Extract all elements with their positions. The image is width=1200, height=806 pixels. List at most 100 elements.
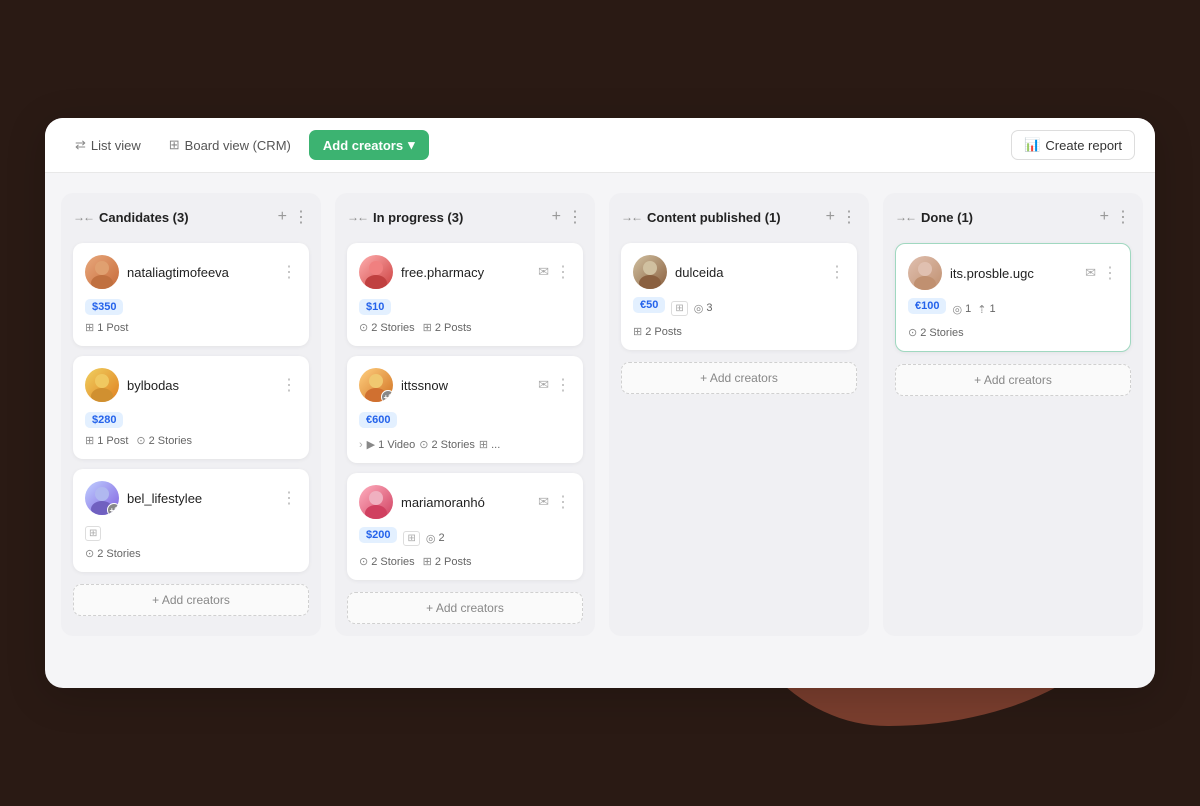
board-icon: ⊞ (169, 137, 180, 153)
col-arrows-icon: →← (73, 210, 93, 224)
meta-stories-label: 2 Stories (149, 435, 192, 447)
add-creators-in-progress[interactable]: + Add creators (347, 592, 583, 624)
card-bylbodas: bylbodas ⋮ $280 ⊞ 1 Post ⊙ 2 Stories (73, 356, 309, 459)
stories-icon: ⊙ (136, 434, 145, 447)
add-creators-done[interactable]: + Add creators (895, 364, 1131, 396)
video-icon: ▶ (367, 438, 375, 451)
card-nataliagtimofeeva: nataliagtimofeeva ⋮ $350 ⊞ 1 Post (73, 243, 309, 346)
eye-icon: ◎ (952, 303, 962, 316)
username: ittssnow (401, 378, 448, 393)
card-ittssnow: +1 ittssnow ✉ ⋮ €600 › ▶ 1 Video (347, 356, 583, 463)
card-menu-icon[interactable]: ⋮ (555, 375, 571, 395)
card-user: +1 ittssnow (359, 368, 448, 402)
avatar (633, 255, 667, 289)
list-view-button[interactable]: ⇄ List view (65, 132, 151, 158)
price-badge: €600 (359, 412, 397, 428)
card-user: its.prosble.ugc (908, 256, 1034, 290)
column-title-content-published: Content published (1) (647, 210, 781, 225)
card-menu-icon[interactable]: ⋮ (555, 492, 571, 512)
card-bel-lifestylee: +1 bel_lifestylee ⋮ ⊞ ⊙ 2 Stories (73, 469, 309, 572)
list-view-label: List view (91, 138, 141, 153)
column-in-progress: →← In progress (3) + ⋮ free.pharmacy (335, 193, 595, 636)
column-actions-candidates[interactable]: + ⋮ (278, 207, 309, 227)
add-creators-label: Add creators (323, 138, 403, 153)
meta-more: ⊞ ... (479, 438, 500, 451)
board-view-button[interactable]: ⊞ Board view (CRM) (159, 132, 301, 158)
column-actions-done[interactable]: + ⋮ (1100, 207, 1131, 227)
add-creators-candidates[interactable]: + Add creators (73, 584, 309, 616)
column-header-content-published: →← Content published (1) + ⋮ (621, 205, 857, 233)
card-menu-icon[interactable]: ⋮ (1102, 263, 1118, 283)
card-header: +1 ittssnow ✉ ⋮ (359, 368, 571, 402)
meta-count-label: 2 (438, 532, 444, 544)
avatar (359, 485, 393, 519)
meta-video-label: 1 Video (378, 439, 415, 451)
add-column-icon[interactable]: + (826, 208, 835, 226)
more-options-icon[interactable]: ⋮ (293, 207, 309, 227)
price-badge: $200 (359, 527, 397, 543)
eye-icon: ◎ (694, 302, 704, 315)
card-menu-icon[interactable]: ⋮ (829, 262, 845, 282)
card-menu-icon[interactable]: ⋮ (555, 262, 571, 282)
card-meta: ⊞ 1 Post ⊙ 2 Stories (85, 434, 297, 447)
add-column-icon[interactable]: + (552, 208, 561, 226)
meta-stories: ⊙ 2 Stories (359, 555, 415, 568)
card-meta: ⊙ 2 Stories ⊞ 2 Posts (359, 321, 571, 334)
price-badge: $350 (85, 299, 123, 315)
main-board-card: ⇄ List view ⊞ Board view (CRM) Add creat… (45, 118, 1155, 688)
avatar (908, 256, 942, 290)
more-options-icon[interactable]: ⋮ (567, 207, 583, 227)
card-dulceida: dulceida ⋮ €50 ⊞ ◎ 3 ⊞ 2 Posts (621, 243, 857, 350)
card-mariamoranho: mariamoranhó ✉ ⋮ $200 ⊞ ◎ 2 (347, 473, 583, 580)
add-creators-button[interactable]: Add creators ▾ (309, 130, 429, 160)
grid-icon: ⊞ (671, 301, 687, 316)
expand-row: › ▶ 1 Video ⊙ 2 Stories ⊞ ... (359, 438, 571, 451)
avatar (85, 255, 119, 289)
list-icon: ⇄ (75, 137, 86, 153)
create-report-button[interactable]: 📊 Create report (1011, 130, 1135, 160)
more-options-icon[interactable]: ⋮ (1115, 207, 1131, 227)
avatar-badge: +1 (107, 503, 119, 515)
card-menu-icon[interactable]: ⋮ (281, 488, 297, 508)
expand-icon[interactable]: › (359, 439, 363, 451)
col-arrows-icon: →← (895, 210, 915, 224)
create-report-label: Create report (1045, 138, 1122, 153)
card-free-pharmacy: free.pharmacy ✉ ⋮ $10 ⊙ 2 Stories ⊞ (347, 243, 583, 346)
meta-stories: ⊙ 2 Stories (136, 434, 192, 447)
column-header-in-progress: →← In progress (3) + ⋮ (347, 205, 583, 233)
add-column-icon[interactable]: + (1100, 208, 1109, 226)
card-its-prosble-ugc: its.prosble.ugc ✉ ⋮ €100 ◎ 1 ⇡ 1 (895, 243, 1131, 352)
card-user: dulceida (633, 255, 723, 289)
column-actions-content-published[interactable]: + ⋮ (826, 207, 857, 227)
username: bylbodas (127, 378, 179, 393)
post-icon: ⊞ (85, 434, 94, 447)
chevron-down-icon: ▾ (408, 137, 415, 153)
meta-count2-label: 1 (989, 303, 995, 315)
meta-posts: ⊞ 2 Posts (423, 555, 472, 568)
card-menu-icon[interactable]: ⋮ (281, 375, 297, 395)
card-menu-icon[interactable]: ⋮ (281, 262, 297, 282)
meta-stories-label: 2 Stories (371, 322, 414, 334)
posts-icon: ⊞ (633, 325, 642, 338)
email-icon: ✉ (538, 264, 549, 280)
card-user: nataliagtimofeeva (85, 255, 229, 289)
toolbar: ⇄ List view ⊞ Board view (CRM) Add creat… (45, 118, 1155, 173)
avatar-badge: +1 (381, 390, 393, 402)
add-column-icon[interactable]: + (278, 208, 287, 226)
board-view-label: Board view (CRM) (185, 138, 291, 153)
column-header-candidates: →← Candidates (3) + ⋮ (73, 205, 309, 233)
column-candidates: →← Candidates (3) + ⋮ nataliagtimofeeva (61, 193, 321, 636)
meta-stories: ⊙ 2 Stories (359, 321, 415, 334)
column-header-done: →← Done (1) + ⋮ (895, 205, 1131, 233)
column-actions-in-progress[interactable]: + ⋮ (552, 207, 583, 227)
more-options-icon[interactable]: ⋮ (841, 207, 857, 227)
card-header: dulceida ⋮ (633, 255, 845, 289)
stories-icon: ⊙ (359, 321, 368, 334)
column-done: →← Done (1) + ⋮ its.prosble.ugc (883, 193, 1143, 636)
card-user: bylbodas (85, 368, 179, 402)
add-creators-content-published[interactable]: + Add creators (621, 362, 857, 394)
meta-post-label: 1 Post (97, 435, 128, 447)
meta-post-label: 1 Post (97, 322, 128, 334)
email-icon: ✉ (538, 494, 549, 510)
post-icon: ⊞ (85, 321, 94, 334)
